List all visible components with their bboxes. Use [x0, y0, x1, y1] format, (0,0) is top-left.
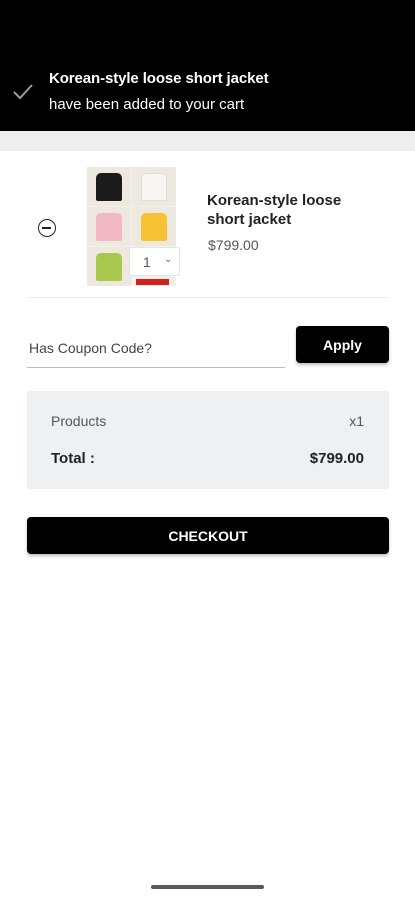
jacket-swatch-yellow	[141, 213, 167, 241]
products-label: Products	[51, 413, 107, 429]
check-icon	[13, 84, 33, 100]
item-price: $799.00	[208, 237, 259, 253]
checkout-button[interactable]: CHECKOUT	[27, 517, 389, 554]
minus-icon	[42, 226, 51, 229]
home-indicator[interactable]	[151, 885, 264, 889]
jacket-swatch-green	[96, 253, 122, 281]
item-name[interactable]: Korean-style loose short jacket	[207, 191, 382, 229]
jacket-swatch-pink	[96, 213, 122, 241]
remove-item-button[interactable]	[38, 219, 56, 237]
total-label: Total :	[51, 450, 95, 467]
chevron-down-icon: ⌄	[164, 254, 173, 265]
quantity-value: 1	[143, 254, 151, 270]
toast-message: have been added to your cart	[49, 96, 245, 113]
jacket-swatch-black	[96, 173, 122, 201]
apply-coupon-button[interactable]: Apply	[296, 326, 389, 363]
added-to-cart-toast: Korean-style loose short jacket have bee…	[0, 0, 415, 131]
order-summary: Products x1 Total : $799.00	[27, 391, 389, 489]
coupon-code-input[interactable]	[27, 328, 285, 368]
products-count: x1	[349, 413, 364, 429]
item-divider	[27, 297, 388, 298]
total-value: $799.00	[309, 450, 364, 467]
toast-title: Korean-style loose short jacket	[49, 70, 269, 87]
jacket-swatch-white	[141, 173, 167, 201]
toast-divider	[0, 131, 415, 151]
image-sale-strip	[136, 279, 169, 285]
quantity-select[interactable]: 1 ⌄	[129, 247, 180, 276]
